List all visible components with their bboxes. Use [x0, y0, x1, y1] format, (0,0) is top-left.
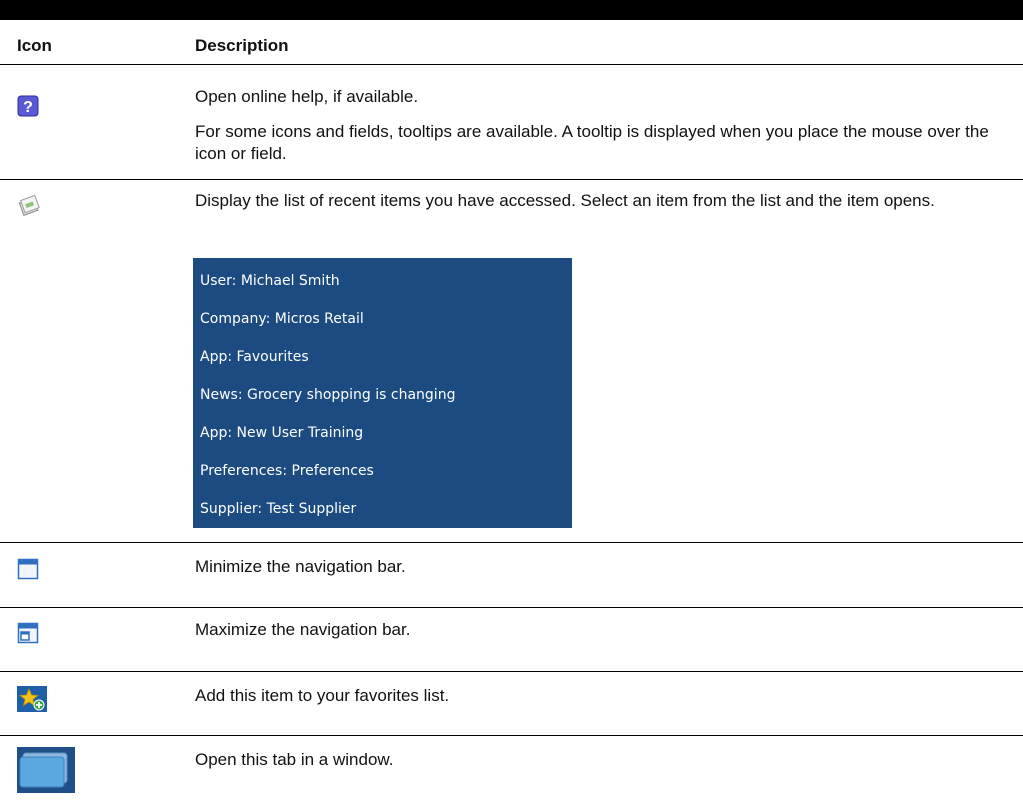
row-divider [0, 671, 1023, 672]
recent-item[interactable]: App: Favourites [200, 349, 309, 365]
recent-items-icon [17, 194, 41, 223]
maximize-icon [17, 622, 39, 649]
recent-item[interactable]: App: New User Training [200, 425, 363, 441]
recent-item[interactable]: User: Michael Smith [200, 273, 340, 289]
column-header-description: Description [195, 36, 289, 55]
row-divider [0, 735, 1023, 736]
recent-items-list: User: Michael Smith Company: Micros Reta… [193, 258, 572, 528]
recent-item[interactable]: Company: Micros Retail [200, 311, 364, 327]
row-description: Open this tab in a window. [195, 750, 394, 769]
top-rule [0, 0, 1023, 20]
row-description: Minimize the navigation bar. [195, 557, 406, 576]
row-description: Add this item to your favorites list. [195, 686, 450, 705]
row-divider [0, 179, 1023, 180]
row-description: Open online help, if available. [195, 87, 419, 106]
svg-text:?: ? [23, 99, 33, 116]
add-favorite-icon [17, 686, 47, 717]
recent-item[interactable]: Preferences: Preferences [200, 463, 374, 479]
row-description: Maximize the navigation bar. [195, 620, 411, 639]
recent-item[interactable]: Supplier: Test Supplier [200, 501, 356, 517]
row-description: Display the list of recent items you hav… [195, 191, 935, 210]
column-header-icon: Icon [17, 36, 52, 55]
header-divider [0, 64, 1023, 65]
row-description-note: For some icons and fields, tooltips are … [195, 122, 989, 163]
open-in-window-icon [17, 747, 75, 798]
minimize-icon [17, 558, 39, 585]
row-divider [0, 542, 1023, 543]
recent-item[interactable]: News: Grocery shopping is changing [200, 387, 455, 403]
row-divider [0, 607, 1023, 608]
help-icon: ? [17, 95, 39, 122]
